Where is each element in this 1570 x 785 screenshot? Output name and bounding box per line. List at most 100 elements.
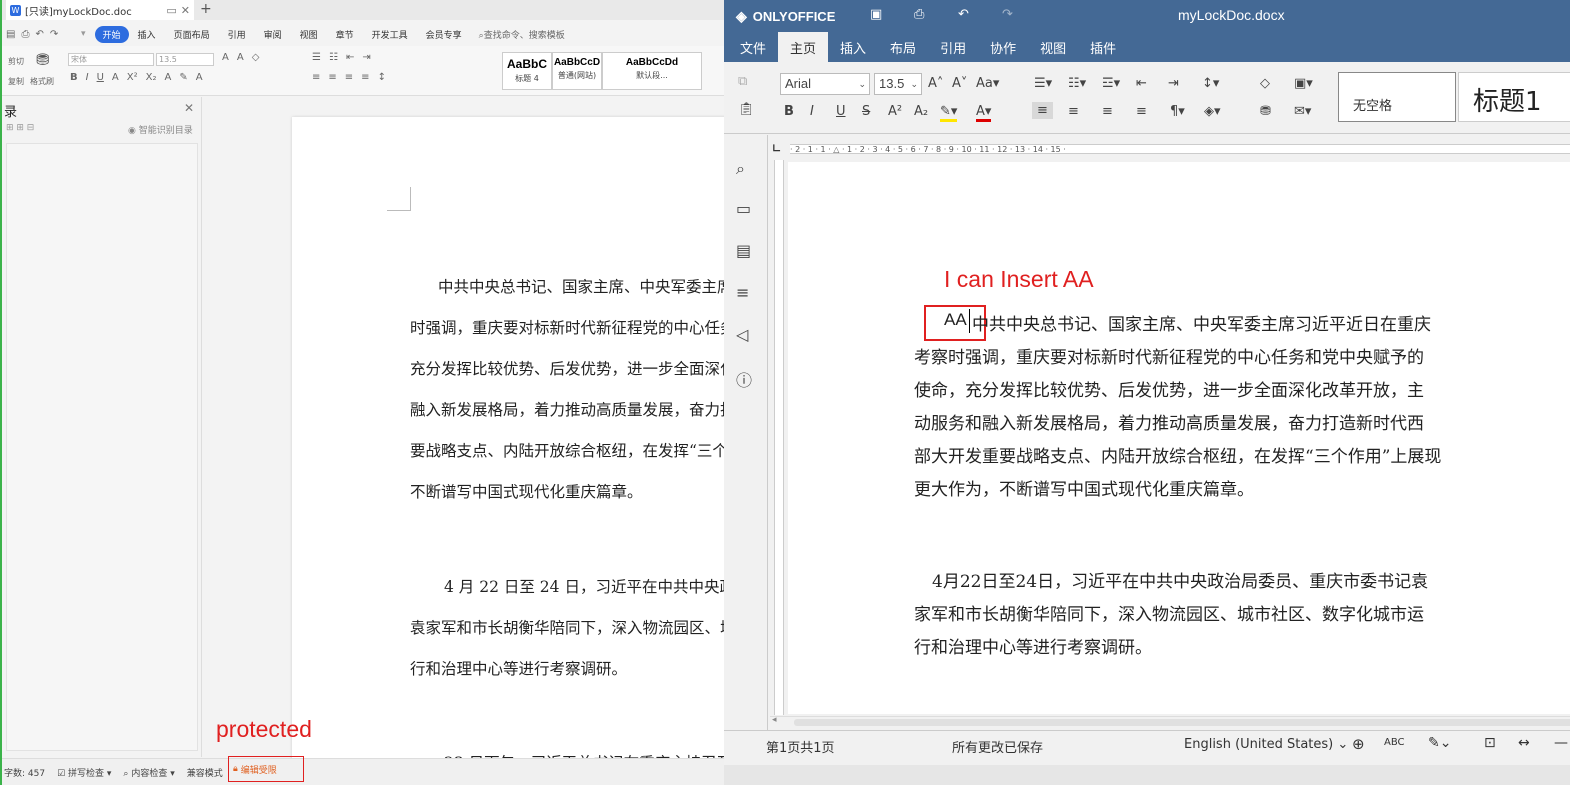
strikethrough-icon[interactable]: A	[112, 72, 119, 83]
tab-insert[interactable]: 插入	[828, 32, 878, 62]
bullet-list-icon[interactable]: ☰▾	[1034, 76, 1052, 91]
wps-font-name-select[interactable]: 宋体	[68, 53, 154, 66]
line-spacing-icon[interactable]: ↕	[378, 72, 386, 83]
horizontal-scrollbar[interactable]: ◂	[770, 715, 1570, 728]
language-select[interactable]: English (United States) ⌄	[1184, 737, 1348, 752]
nav-expand-icon[interactable]: ⊞ ⊞ ⊟	[6, 123, 34, 133]
word-count[interactable]: 字数: 457	[4, 766, 45, 779]
style-no-spacing[interactable]: 无空格	[1338, 72, 1456, 122]
underline-icon[interactable]: U	[97, 72, 104, 83]
align-center-icon[interactable]: ≡	[1068, 104, 1079, 119]
shrink-font-icon[interactable]: A	[237, 52, 244, 63]
track-changes-icon[interactable]: ✎⌄	[1428, 735, 1451, 751]
style-heading1[interactable]: 标题1	[1458, 72, 1570, 122]
tab-stop-icon[interactable]: ∟	[772, 142, 781, 155]
paragraph-marks-icon[interactable]: ¶▾	[1170, 104, 1185, 119]
chat-icon[interactable]: ▤	[736, 241, 751, 260]
superscript-icon[interactable]: A²	[888, 104, 902, 119]
navigation-icon[interactable]: ≡	[736, 283, 749, 302]
customize-quick-access[interactable]: ▾	[72, 29, 95, 39]
comments-icon[interactable]: ▭	[736, 199, 751, 218]
horizontal-ruler[interactable]: ∟ · 2 · 1 · 1 · △ · 1 · 2 · 3 · 4 · 5 · …	[770, 140, 1570, 158]
feedback-icon[interactable]: ◁	[736, 325, 748, 344]
wps-menu-item-view[interactable]: 视图	[291, 28, 327, 41]
copy-button[interactable]: 复制	[8, 76, 24, 87]
copy-icon[interactable]: ⧉	[738, 74, 747, 89]
italic-icon[interactable]: I	[810, 104, 814, 119]
subscript-icon[interactable]: A₂	[914, 104, 928, 119]
line-spacing-icon[interactable]: ↕▾	[1202, 76, 1219, 91]
shrink-font-icon[interactable]: A˅	[952, 76, 967, 91]
numbered-list-icon[interactable]: ☷▾	[1068, 76, 1086, 91]
format-painter-button[interactable]: 格式刷	[30, 76, 54, 87]
strikethrough-icon[interactable]: S	[862, 104, 870, 119]
tab-view[interactable]: 视图	[1028, 32, 1078, 62]
clear-format-icon[interactable]: ◇	[252, 52, 260, 63]
wps-doc-tab[interactable]: W [只读]myLockDoc.doc ▭ ✕	[6, 0, 194, 20]
multilevel-list-icon[interactable]: ☲▾	[1102, 76, 1120, 91]
redo-icon[interactable]: ↷	[50, 29, 58, 40]
wps-menu-item-layout[interactable]: 页面布局	[165, 28, 219, 41]
fit-width-icon[interactable]: ↔	[1518, 735, 1530, 751]
align-right-icon[interactable]: ≡	[1102, 104, 1113, 119]
wps-document-page[interactable]: 中共中央总书记、国家主席、中央军委主席习近平近日在重庆考察 时强调，重庆要对标新…	[292, 117, 724, 772]
numbered-list-icon[interactable]: ☷	[329, 52, 338, 63]
wps-command-search[interactable]: ⌕查找命令、搜索模板	[471, 28, 565, 41]
copy-style-icon[interactable]: ⛃	[1260, 104, 1271, 119]
spellcheck-icon[interactable]: ABC	[1384, 737, 1405, 748]
wps-font-size-select[interactable]: 13.5	[156, 53, 214, 66]
align-right-icon[interactable]: ≡	[345, 72, 353, 83]
tab-layout[interactable]: 布局	[878, 32, 928, 62]
highlight-icon[interactable]: ✎	[179, 72, 187, 83]
text-effect-icon[interactable]: A	[164, 72, 171, 83]
grow-font-icon[interactable]: A˄	[928, 76, 943, 91]
spell-check-toggle[interactable]: ☑ 拼写检查 ▾	[57, 766, 111, 779]
oo-font-name-select[interactable]: Arial ⌄	[780, 73, 870, 95]
increase-indent-icon[interactable]: ⇥	[1168, 76, 1179, 91]
shading-icon[interactable]: ◈▾	[1204, 104, 1221, 119]
scrollbar-thumb[interactable]	[794, 719, 1570, 726]
new-tab-icon[interactable]: +	[200, 1, 212, 17]
wps-menu-item-review[interactable]: 审阅	[255, 28, 291, 41]
page-info[interactable]: 第1页共1页	[766, 737, 835, 756]
wps-style-normal-web[interactable]: AaBbCcD 普通(网站)	[552, 52, 602, 90]
close-icon[interactable]: ✕	[181, 4, 190, 17]
change-case-icon[interactable]: Aa▾	[976, 76, 999, 91]
cut-button[interactable]: 剪切	[8, 56, 24, 67]
print-icon[interactable]: ⎙	[21, 29, 29, 40]
wps-style-default[interactable]: AaBbCcDd 默认段...	[602, 52, 702, 90]
oo-font-size-select[interactable]: 13.5 ⌄	[874, 73, 922, 95]
font-color-icon[interactable]: A▾	[976, 104, 992, 122]
font-color-icon[interactable]: A	[196, 72, 203, 83]
wps-menu-item-member[interactable]: 会员专享	[417, 28, 471, 41]
clear-style-icon[interactable]: ◇	[1260, 76, 1270, 91]
align-left-icon[interactable]: ≡	[312, 72, 320, 83]
wps-menu-item-references[interactable]: 引用	[219, 28, 255, 41]
wps-menu-item-home[interactable]: 开始	[94, 25, 129, 43]
nav-smart-toc-button[interactable]: ◉ 智能识别目录	[128, 123, 193, 136]
grow-font-icon[interactable]: A	[222, 52, 229, 63]
subscript-icon[interactable]: X₂	[146, 72, 157, 83]
oo-document-page[interactable]: I can Insert AA AA 中共中央总书记、国家主席、中央军委主席习近…	[788, 162, 1570, 714]
bullet-list-icon[interactable]: ☰	[312, 52, 321, 63]
bold-icon[interactable]: B	[70, 72, 78, 83]
increase-indent-icon[interactable]: ⇥	[362, 52, 370, 63]
mail-merge-icon[interactable]: ✉▾	[1294, 104, 1311, 119]
zoom-out-icon[interactable]: —	[1554, 735, 1568, 751]
wps-menu-item-developer[interactable]: 开发工具	[363, 28, 417, 41]
redo-icon[interactable]: ↷	[1002, 7, 1013, 22]
italic-icon[interactable]: I	[86, 72, 89, 83]
undo-icon[interactable]: ↶	[35, 29, 43, 40]
globe-icon[interactable]: ⊕	[1352, 735, 1365, 753]
underline-icon[interactable]: U	[836, 104, 846, 119]
highlight-icon[interactable]: ✎▾	[940, 104, 958, 122]
justify-icon[interactable]: ≡	[1136, 104, 1147, 119]
search-icon[interactable]: ⌕	[736, 159, 745, 179]
superscript-icon[interactable]: X²	[127, 72, 138, 83]
save-icon[interactable]: ▣	[870, 7, 882, 22]
undo-icon[interactable]: ↶	[958, 7, 969, 22]
format-painter-icon[interactable]: ⛃	[36, 50, 49, 69]
nav-close-icon[interactable]: ✕	[184, 101, 194, 115]
color-scheme-icon[interactable]: ▣▾	[1294, 76, 1313, 91]
wps-menu-item-insert[interactable]: 插入	[129, 28, 165, 41]
